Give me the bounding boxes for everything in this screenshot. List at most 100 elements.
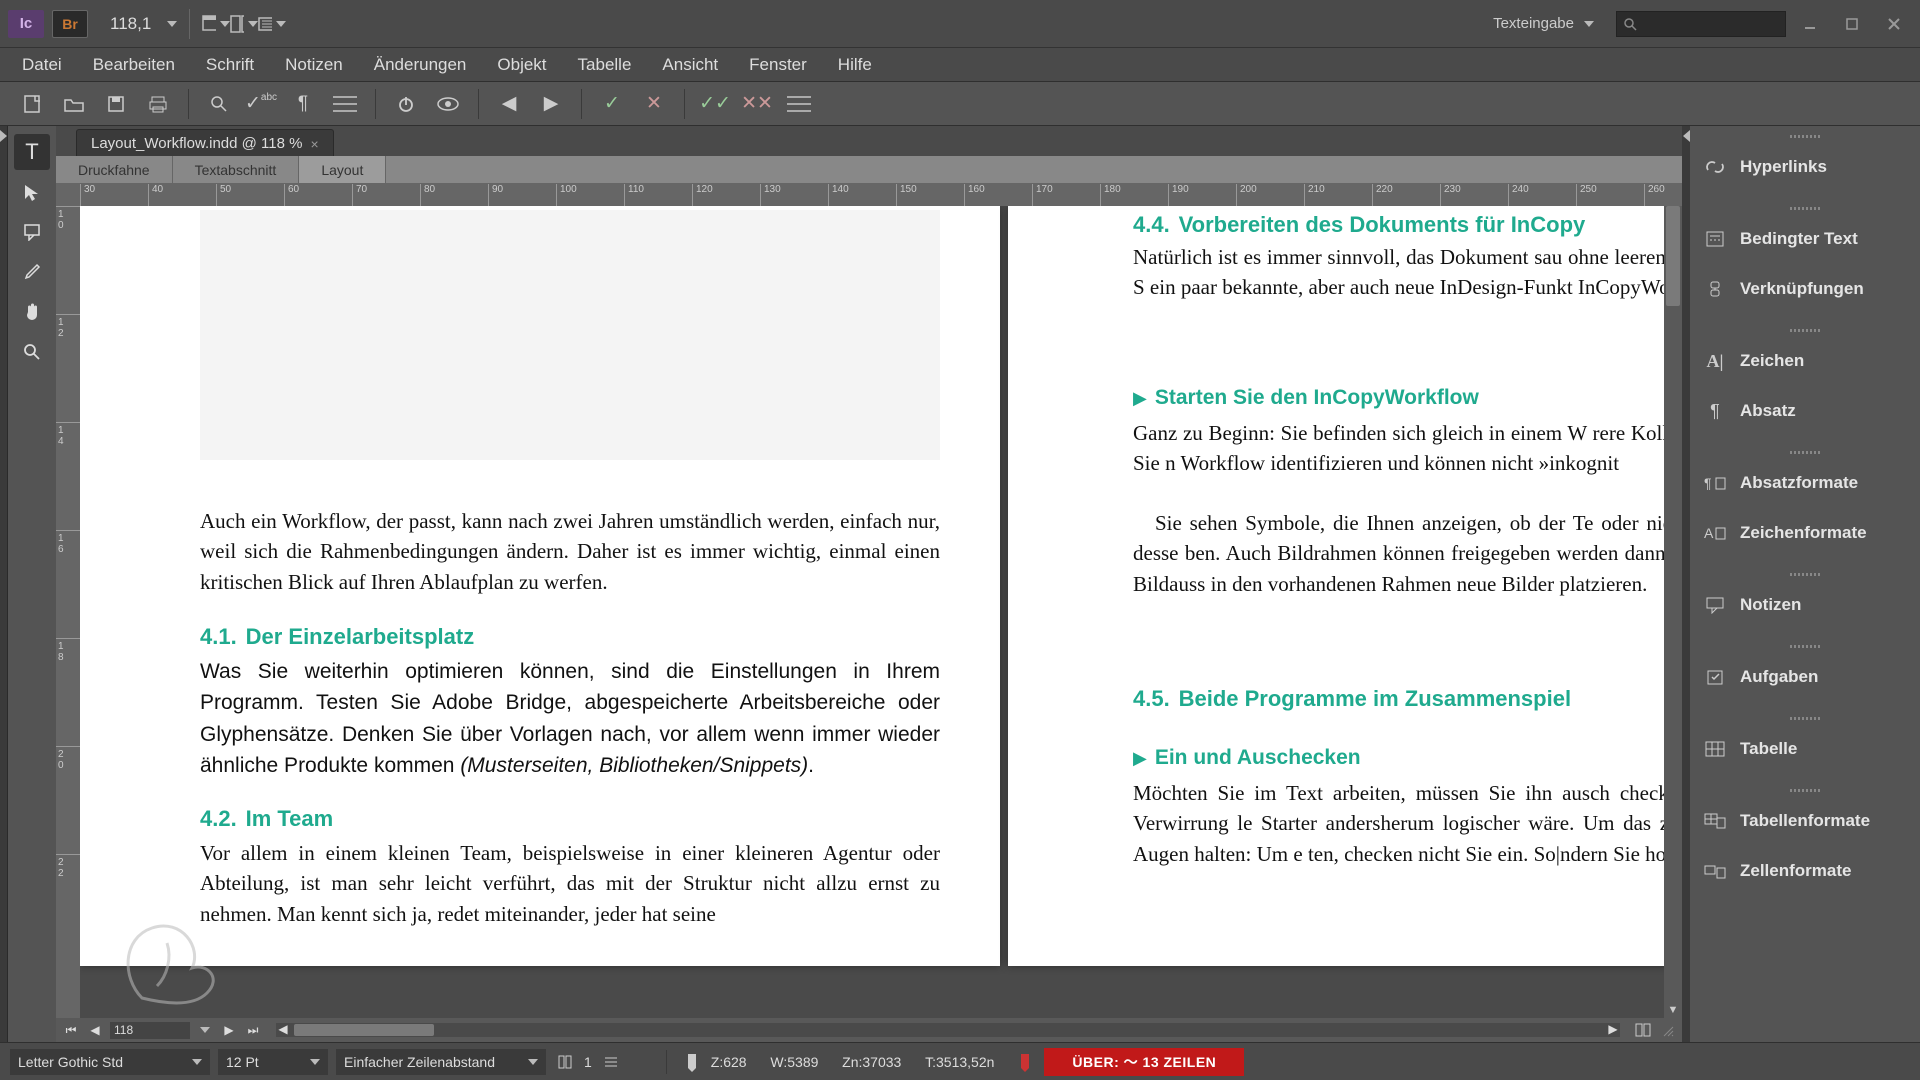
show-hidden-chars-icon[interactable]: ¶ <box>283 88 323 120</box>
menu-aenderungen[interactable]: Änderungen <box>360 51 481 79</box>
reject-all-icon[interactable]: ✕✕ <box>737 88 777 120</box>
power-icon[interactable] <box>386 88 426 120</box>
scroll-down-icon[interactable]: ▼ <box>1664 1002 1682 1018</box>
document-tab[interactable]: Layout_Workflow.indd @ 118 % × <box>76 129 334 156</box>
tab-layout[interactable]: Layout <box>299 156 386 183</box>
menu-hilfe[interactable]: Hilfe <box>824 51 886 79</box>
tab-textabschnitt[interactable]: Textabschnitt <box>173 156 300 183</box>
zoom-level[interactable]: 118,1 <box>110 14 177 34</box>
reject-change-icon[interactable]: ✕ <box>634 88 674 120</box>
body-paragraph[interactable]: Möchten Sie im Text arbeiten, müssen Sie… <box>1133 778 1664 869</box>
scrollbar-thumb[interactable] <box>1666 206 1680 306</box>
position-tool[interactable] <box>14 174 50 210</box>
accept-change-icon[interactable]: ✓ <box>592 88 632 120</box>
panel-grip[interactable] <box>1690 202 1920 214</box>
panel-assignments[interactable]: Aufgaben <box>1690 652 1920 702</box>
horizontal-scrollbar[interactable]: ◀ ▶ <box>276 1023 1620 1037</box>
page-field[interactable]: 118 <box>110 1022 190 1039</box>
bridge-badge[interactable]: Br <box>52 10 88 38</box>
panel-character[interactable]: A|Zeichen <box>1690 336 1920 386</box>
minimize-button[interactable] <box>1792 10 1828 38</box>
heading-title[interactable]: Im Team <box>246 806 334 831</box>
arrange-docs-icon[interactable] <box>230 10 258 38</box>
print-icon[interactable] <box>138 88 178 120</box>
help-search[interactable] <box>1616 11 1786 37</box>
panel-cell-styles[interactable]: Zellenformate <box>1690 846 1920 896</box>
body-paragraph[interactable]: Natürlich ist es immer sinnvoll, das Dok… <box>1133 242 1664 303</box>
font-size-dropdown[interactable]: 12 Pt <box>218 1049 328 1075</box>
subheading[interactable]: Starten Sie den InCopyWorkflow <box>1155 386 1479 409</box>
menu-objekt[interactable]: Objekt <box>483 51 560 79</box>
panel-menu-3[interactable] <box>630 1051 652 1073</box>
right-dock-gutter[interactable] <box>1682 126 1690 1042</box>
panel-grip[interactable] <box>1690 640 1920 652</box>
first-page-icon[interactable]: ⏮ <box>62 1021 80 1039</box>
panel-table[interactable]: Tabelle <box>1690 724 1920 774</box>
accept-all-icon[interactable]: ✓✓ <box>695 88 735 120</box>
menu-fenster[interactable]: Fenster <box>735 51 821 79</box>
eyedropper-tool[interactable] <box>14 254 50 290</box>
view-options-icon[interactable] <box>258 10 286 38</box>
screen-mode-icon[interactable] <box>202 10 230 38</box>
spellcheck-icon[interactable]: ✓abc <box>241 88 281 120</box>
document-canvas[interactable]: Auch ein Workflow, der passt, kann nach … <box>80 206 1664 1018</box>
last-page-icon[interactable]: ⏭ <box>244 1021 262 1039</box>
panel-grip[interactable] <box>1690 130 1920 142</box>
preview-icon[interactable] <box>428 88 468 120</box>
body-paragraph[interactable]: Sie sehen Symbole, die Ihnen anzeigen, o… <box>1133 508 1664 599</box>
panel-menu-4[interactable] <box>1268 1051 1290 1073</box>
subheading[interactable]: Ein und Auschecken <box>1155 746 1361 769</box>
close-button[interactable] <box>1876 10 1912 38</box>
panel-grip[interactable] <box>1690 446 1920 458</box>
find-icon[interactable] <box>199 88 239 120</box>
save-icon[interactable] <box>96 88 136 120</box>
type-tool[interactable]: T <box>14 134 50 170</box>
leading-dropdown[interactable]: Einfacher Zeilenabstand <box>336 1049 546 1075</box>
menu-datei[interactable]: Datei <box>8 51 76 79</box>
baseline-grid-icon[interactable] <box>600 1051 622 1073</box>
heading-title[interactable]: Beide Programme im Zusammenspiel <box>1179 686 1571 711</box>
menu-schrift[interactable]: Schrift <box>192 51 268 79</box>
panel-menu-2[interactable] <box>779 88 819 120</box>
scroll-right-icon[interactable]: ▶ <box>1604 1020 1622 1038</box>
split-view-icon[interactable] <box>1634 1021 1652 1039</box>
vertical-scrollbar[interactable]: ▲ ▼ <box>1664 206 1682 1018</box>
body-paragraph[interactable]: Ganz zu Beginn: Sie befinden sich gleich… <box>1133 418 1664 479</box>
maximize-button[interactable] <box>1834 10 1870 38</box>
menu-tabelle[interactable]: Tabelle <box>564 51 646 79</box>
font-family-dropdown[interactable]: Letter Gothic Std <box>10 1049 210 1075</box>
body-paragraph[interactable]: Was Sie weiterhin optimieren können, sin… <box>200 656 940 782</box>
menu-notizen[interactable]: Notizen <box>271 51 357 79</box>
page-dropdown-icon[interactable] <box>196 1021 214 1039</box>
menu-ansicht[interactable]: Ansicht <box>648 51 732 79</box>
heading-title[interactable]: Der Einzelarbeitsplatz <box>246 624 475 649</box>
panel-grip[interactable] <box>1690 324 1920 336</box>
menu-bearbeiten[interactable]: Bearbeiten <box>79 51 189 79</box>
panel-notes[interactable]: Notizen <box>1690 580 1920 630</box>
prev-page-icon[interactable]: ◀ <box>86 1021 104 1039</box>
new-icon[interactable] <box>12 88 52 120</box>
body-paragraph[interactable]: Vor allem in einem kleinen Team, beispie… <box>200 838 940 929</box>
panel-hyperlinks[interactable]: Hyperlinks <box>1690 142 1920 192</box>
panel-paragraph[interactable]: ¶Absatz <box>1690 386 1920 436</box>
note-tool[interactable] <box>14 214 50 250</box>
panel-menu-1[interactable] <box>325 88 365 120</box>
scroll-left-icon[interactable]: ◀ <box>274 1020 292 1038</box>
prev-change-icon[interactable]: ◀ <box>489 88 529 120</box>
columns-icon[interactable] <box>554 1051 576 1073</box>
panel-table-styles[interactable]: Tabellenformate <box>1690 796 1920 846</box>
panel-paragraph-styles[interactable]: ¶Absatzformate <box>1690 458 1920 508</box>
next-page-icon[interactable]: ▶ <box>220 1021 238 1039</box>
panel-grip[interactable] <box>1690 784 1920 796</box>
body-paragraph[interactable]: Auch ein Workflow, der passt, kann nach … <box>200 506 940 597</box>
scrollbar-thumb[interactable] <box>294 1024 434 1036</box>
panel-links[interactable]: Verknüpfungen <box>1690 264 1920 314</box>
panel-grip[interactable] <box>1690 568 1920 580</box>
hand-tool[interactable] <box>14 294 50 330</box>
heading-title[interactable]: Vorbereiten des Dokuments für InCopy <box>1179 212 1586 237</box>
resize-grip-icon[interactable] <box>1658 1021 1676 1039</box>
panel-character-styles[interactable]: AZeichenformate <box>1690 508 1920 558</box>
left-dock-gutter[interactable] <box>0 126 8 1042</box>
workspace-switcher[interactable]: Texteingabe <box>1483 11 1604 36</box>
next-change-icon[interactable]: ▶ <box>531 88 571 120</box>
